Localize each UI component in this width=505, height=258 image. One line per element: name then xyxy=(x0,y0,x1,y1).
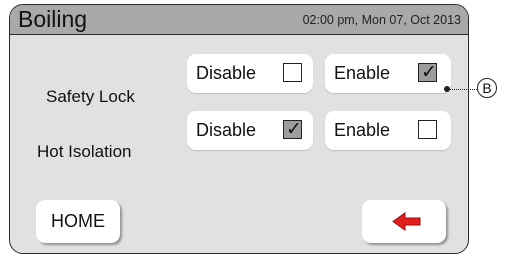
hot-isolation-enable-checkbox[interactable] xyxy=(418,120,437,139)
date-time-display: 02:00 pm, Mon 07, Oct 2013 xyxy=(302,13,461,27)
safety-lock-disable-option[interactable]: Disable xyxy=(187,54,313,93)
safety-lock-enable-option[interactable]: Enable ✓ xyxy=(325,54,451,93)
checkmark-icon: ✓ xyxy=(421,61,437,83)
left-arrow-icon xyxy=(392,212,421,231)
option-label: Enable xyxy=(334,120,391,140)
back-button[interactable] xyxy=(362,200,446,243)
option-label: Enable xyxy=(334,63,391,83)
hot-isolation-disable-option[interactable]: Disable ✓ xyxy=(187,111,313,150)
home-button-label: HOME xyxy=(51,211,105,231)
callout-marker: B xyxy=(477,78,497,98)
safety-lock-label: Safety Lock xyxy=(46,87,135,106)
screen-title: Boiling xyxy=(18,6,88,32)
callout-leader-line xyxy=(449,89,477,90)
option-label: Disable xyxy=(196,63,257,83)
boiling-settings-panel: Boiling 02:00 pm, Mon 07, Oct 2013 Safet… xyxy=(9,4,469,254)
hot-isolation-enable-option[interactable]: Enable xyxy=(325,111,451,150)
home-button[interactable]: HOME xyxy=(36,200,120,243)
safety-lock-disable-checkbox[interactable] xyxy=(283,63,302,82)
hot-isolation-disable-checkbox[interactable]: ✓ xyxy=(283,118,302,140)
option-label: Disable xyxy=(196,120,257,140)
checkmark-icon: ✓ xyxy=(286,118,302,140)
safety-lock-enable-checkbox[interactable]: ✓ xyxy=(418,61,437,83)
hot-isolation-label: Hot Isolation xyxy=(37,142,132,161)
title-bar: Boiling 02:00 pm, Mon 07, Oct 2013 xyxy=(10,5,468,35)
